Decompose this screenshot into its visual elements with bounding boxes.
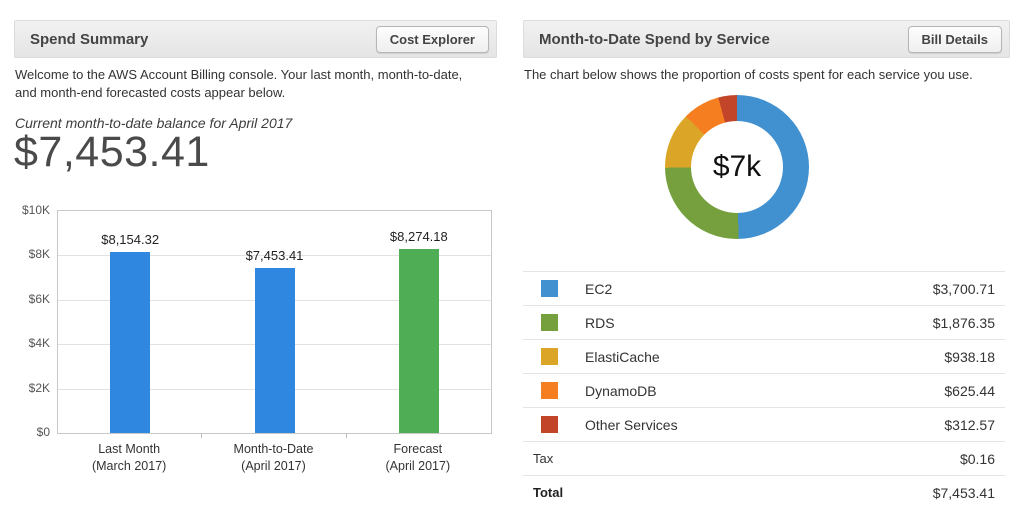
service-cost: $3,700.71	[933, 281, 995, 297]
table-row: Other Services $312.57	[523, 407, 1005, 441]
donut-hole: $7k	[691, 121, 783, 213]
legend-color-swatch	[541, 416, 558, 433]
table-row: EC2 $3,700.71	[523, 271, 1005, 305]
spend-summary-header: Spend Summary Cost Explorer	[14, 20, 497, 58]
legend-color-swatch	[541, 314, 558, 331]
row-label: Tax	[533, 451, 553, 466]
y-axis-tick-label: $2K	[14, 381, 50, 395]
spend-bar-chart: $8,154.32$7,453.41$8,274.18 $10K$8K$6K$4…	[14, 210, 497, 495]
bar-value-label: $8,274.18	[359, 229, 479, 244]
spend-summary-title: Spend Summary	[30, 31, 148, 48]
y-axis-tick-label: $0	[14, 425, 50, 439]
table-row: RDS $1,876.35	[523, 305, 1005, 339]
bar-0	[110, 252, 150, 433]
service-cost: $938.18	[944, 349, 995, 365]
spend-by-service-panel: Month-to-Date Spend by Service Bill Deta…	[523, 20, 1010, 500]
service-cost: $7,453.41	[933, 485, 995, 501]
x-axis-category-label: Last Month(March 2017)	[57, 441, 201, 475]
service-cost: $312.57	[944, 417, 995, 433]
service-name: Other Services	[585, 417, 678, 433]
legend-color-swatch	[541, 280, 558, 297]
table-row: Total $7,453.41	[523, 475, 1005, 509]
y-axis-tick-label: $4K	[14, 336, 50, 350]
legend-color-swatch	[541, 382, 558, 399]
service-name: RDS	[585, 315, 615, 331]
y-axis-tick-label: $8K	[14, 247, 50, 261]
spend-by-service-title: Month-to-Date Spend by Service	[539, 31, 770, 48]
table-row: Tax $0.16	[523, 441, 1005, 475]
legend-color-swatch	[541, 348, 558, 365]
table-row: ElastiCache $938.18	[523, 339, 1005, 373]
x-axis-category-label: Forecast(April 2017)	[346, 441, 490, 475]
spend-donut-chart: $7k	[665, 95, 809, 239]
cost-explorer-button[interactable]: Cost Explorer	[376, 26, 489, 53]
service-cost: $0.16	[960, 451, 995, 467]
donut-center-label: $7k	[713, 150, 761, 184]
x-axis-category-label: Month-to-Date(April 2017)	[201, 441, 345, 475]
spend-summary-panel: Spend Summary Cost Explorer Welcome to t…	[14, 20, 497, 500]
x-axis-tick	[201, 433, 202, 438]
service-name: EC2	[585, 281, 612, 297]
service-cost: $625.44	[944, 383, 995, 399]
service-cost: $1,876.35	[933, 315, 995, 331]
bar-chart-plot-area: $8,154.32 $7,453.41 $8,274.18	[57, 210, 492, 434]
row-label: Total	[533, 485, 563, 500]
welcome-text: Welcome to the AWS Account Billing conso…	[15, 66, 487, 103]
bill-details-button[interactable]: Bill Details	[908, 26, 1002, 53]
service-name: DynamoDB	[585, 383, 657, 399]
spend-by-service-header: Month-to-Date Spend by Service Bill Deta…	[523, 20, 1010, 58]
chart-description: The chart below shows the proportion of …	[524, 66, 1004, 84]
table-row: DynamoDB $625.44	[523, 373, 1005, 407]
y-axis-tick-label: $10K	[14, 203, 50, 217]
service-cost-table: EC2 $3,700.71 RDS $1,876.35 ElastiCache $938.…	[523, 271, 1005, 509]
y-axis-tick-label: $6K	[14, 292, 50, 306]
x-axis-tick	[346, 433, 347, 438]
service-name: ElastiCache	[585, 349, 660, 365]
bar-value-label: $7,453.41	[215, 248, 335, 263]
bar-2	[399, 249, 439, 433]
month-to-date-balance: $7,453.41	[14, 128, 210, 177]
bar-1	[255, 268, 295, 433]
bar-value-label: $8,154.32	[70, 232, 190, 247]
